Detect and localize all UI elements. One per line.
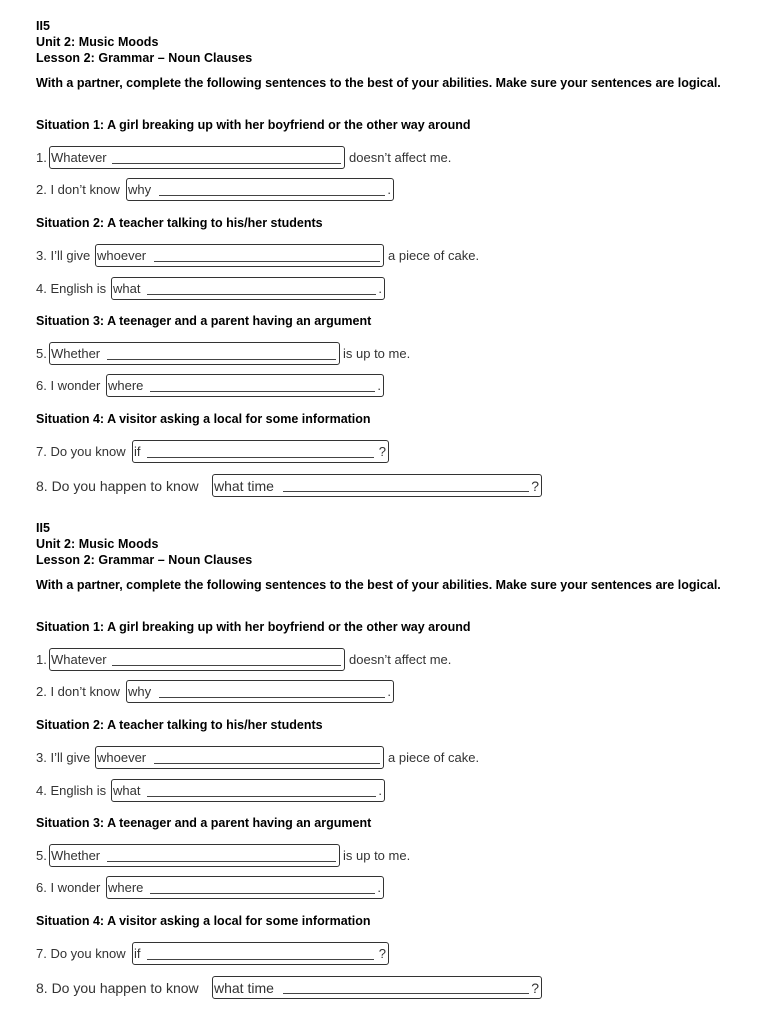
answer-prompt: if: [134, 946, 141, 961]
answer-blank-line[interactable]: [150, 391, 375, 392]
answer-blank-line[interactable]: [283, 993, 529, 994]
answer-blank-line[interactable]: [112, 665, 341, 666]
answer-blank-line[interactable]: [107, 861, 336, 862]
answer-blank-line[interactable]: [147, 457, 374, 458]
answer-end-punctuation: .: [378, 281, 382, 296]
situation-heading: Situation 1: A girl breaking up with her…: [36, 118, 471, 132]
answer-end-punctuation: ?: [378, 946, 386, 961]
item-lead: 5.: [36, 346, 47, 361]
item-lead: 4. English is: [36, 281, 107, 296]
answer-end-punctuation: ?: [531, 980, 539, 996]
answer-prompt: what: [113, 281, 141, 296]
answer-blank-line[interactable]: [147, 796, 376, 797]
item-lead: 1.: [36, 150, 47, 165]
answer-box[interactable]: what .: [111, 277, 385, 300]
answer-prompt: what time: [214, 980, 274, 996]
answer-end-punctuation: .: [377, 378, 381, 393]
answer-prompt: why: [128, 182, 152, 197]
situation-heading: Situation 3: A teenager and a parent hav…: [36, 314, 372, 328]
item-lead: 6. I wonder: [36, 880, 101, 895]
answer-end-punctuation: .: [377, 880, 381, 895]
answer-box[interactable]: what time ?: [212, 474, 542, 497]
answer-blank-line[interactable]: [154, 763, 380, 764]
answer-prompt: what time: [214, 478, 274, 494]
answer-end-punctuation: .: [378, 783, 382, 798]
answer-box[interactable]: Whatever: [49, 648, 345, 671]
item-lead: 3. I’ll give: [36, 248, 91, 263]
answer-blank-line[interactable]: [112, 163, 341, 164]
item-lead: 5.: [36, 848, 47, 863]
answer-blank-line[interactable]: [107, 359, 336, 360]
answer-prompt: where: [108, 378, 144, 393]
item-lead: 4. English is: [36, 783, 107, 798]
situation-heading: Situation 4: A visitor asking a local fo…: [36, 914, 371, 928]
answer-end-punctuation: .: [387, 182, 391, 197]
lesson-title: Lesson 2: Grammar – Noun Clauses: [36, 51, 253, 65]
item-tail: is up to me.: [343, 346, 411, 361]
answer-blank-line[interactable]: [147, 294, 376, 295]
answer-prompt: what: [113, 783, 141, 798]
unit-title: Unit 2: Music Moods: [36, 537, 159, 551]
answer-box[interactable]: what time ?: [212, 976, 542, 999]
answer-prompt: Whatever: [51, 150, 107, 165]
item-lead: 6. I wonder: [36, 378, 101, 393]
answer-prompt: why: [128, 684, 152, 699]
answer-prompt: if: [134, 444, 141, 459]
answer-box[interactable]: why .: [126, 680, 394, 703]
answer-prompt: whoever: [97, 248, 147, 263]
item-tail: doesn’t affect me.: [349, 150, 452, 165]
answer-box[interactable]: Whatever: [49, 146, 345, 169]
answer-end-punctuation: .: [387, 684, 391, 699]
answer-blank-line[interactable]: [147, 959, 374, 960]
answer-prompt: where: [108, 880, 144, 895]
item-tail: a piece of cake.: [388, 248, 480, 263]
answer-box[interactable]: where .: [106, 876, 384, 899]
item-lead: 2. I don’t know: [36, 182, 120, 197]
situation-heading: Situation 3: A teenager and a parent hav…: [36, 816, 372, 830]
item-lead: 1.: [36, 652, 47, 667]
course-code: II5: [36, 521, 51, 535]
item-tail: is up to me.: [343, 848, 411, 863]
answer-box[interactable]: Whether: [49, 342, 340, 365]
item-lead: 8. Do you happen to know: [36, 478, 199, 494]
answer-box[interactable]: whoever: [95, 746, 384, 769]
answer-box[interactable]: where .: [106, 374, 384, 397]
answer-blank-line[interactable]: [154, 261, 380, 262]
situation-heading: Situation 2: A teacher talking to his/he…: [36, 216, 323, 230]
answer-prompt: whoever: [97, 750, 147, 765]
answer-blank-line[interactable]: [283, 491, 529, 492]
answer-box[interactable]: whoever: [95, 244, 384, 267]
course-code: II5: [36, 19, 51, 33]
answer-end-punctuation: ?: [531, 478, 539, 494]
item-lead: 2. I don’t know: [36, 684, 120, 699]
instructions: With a partner, complete the following s…: [36, 76, 721, 90]
worksheet-copy-1: II5 Unit 2: Music Moods Lesson 2: Gramma…: [0, 0, 768, 502]
answer-prompt: Whether: [51, 346, 101, 361]
answer-end-punctuation: ?: [378, 444, 386, 459]
unit-title: Unit 2: Music Moods: [36, 35, 159, 49]
item-lead: 3. I’ll give: [36, 750, 91, 765]
answer-box[interactable]: Whether: [49, 844, 340, 867]
instructions: With a partner, complete the following s…: [36, 578, 721, 592]
answer-prompt: Whether: [51, 848, 101, 863]
answer-box[interactable]: if ?: [132, 942, 389, 965]
answer-blank-line[interactable]: [150, 893, 375, 894]
situation-heading: Situation 1: A girl breaking up with her…: [36, 620, 471, 634]
answer-box[interactable]: what .: [111, 779, 385, 802]
item-lead: 7. Do you know: [36, 946, 126, 961]
situation-heading: Situation 4: A visitor asking a local fo…: [36, 412, 371, 426]
answer-box[interactable]: why .: [126, 178, 394, 201]
situation-heading: Situation 2: A teacher talking to his/he…: [36, 718, 323, 732]
answer-box[interactable]: if ?: [132, 440, 389, 463]
item-tail: doesn’t affect me.: [349, 652, 452, 667]
item-lead: 8. Do you happen to know: [36, 980, 199, 996]
answer-blank-line[interactable]: [159, 195, 385, 196]
worksheet-copy-2: II5 Unit 2: Music Moods Lesson 2: Gramma…: [0, 502, 768, 1004]
answer-blank-line[interactable]: [159, 697, 385, 698]
lesson-title: Lesson 2: Grammar – Noun Clauses: [36, 553, 253, 567]
item-tail: a piece of cake.: [388, 750, 480, 765]
item-lead: 7. Do you know: [36, 444, 126, 459]
answer-prompt: Whatever: [51, 652, 107, 667]
